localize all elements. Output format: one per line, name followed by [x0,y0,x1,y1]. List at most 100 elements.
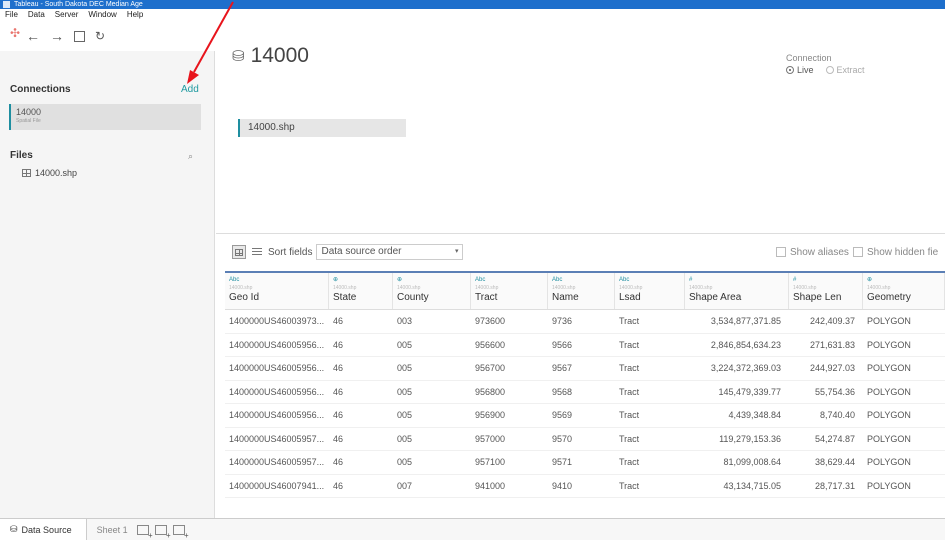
table-row[interactable]: 1400000US46005957... 46 005 957000 9570 Tract… [225,428,945,451]
connection-name: 14000 [16,107,42,117]
canvas-divider[interactable] [216,233,945,234]
table-cell: POLYGON [867,457,911,467]
table-cell: 1400000US46005956... [229,386,325,397]
datasource-name[interactable]: 14000 [251,44,309,68]
table-cell: POLYGON [867,316,911,326]
table-cell: 46 [333,480,344,491]
live-radio[interactable]: Live [786,65,814,75]
new-worksheet-icon[interactable] [136,524,153,540]
column-header[interactable]: Abc 14000.shp Geo Id [225,273,329,309]
left-pane: Connections Add 14000 Spatial File Files… [0,51,215,518]
show-hidden-checkbox[interactable]: Show hidden fie [853,247,938,258]
column-header[interactable]: ⊕ 14000.shp County [393,273,471,309]
data-type-icon[interactable]: ⊕ [333,277,392,284]
table-row[interactable]: 1400000US46005956... 46 005 956800 9568 Tract… [225,381,945,404]
save-icon[interactable] [74,30,85,42]
menu-server[interactable]: Server [55,9,79,21]
menu-window[interactable]: Window [88,9,116,21]
table-cell: 956700 [475,363,506,373]
datasource-title[interactable]: ⛁ 14000 [232,44,309,68]
table-cell: 119,279,153.36 [719,433,781,444]
table-row[interactable]: 1400000US46005956... 46 005 956900 9569 Tract… [225,404,945,428]
table-cell: 1400000US46005956... [229,363,325,373]
data-type-icon[interactable]: Abc [619,277,684,284]
data-source-tab[interactable]: ⛁ Data Source [0,518,87,540]
column-header[interactable]: Abc 14000.shp Tract [471,273,548,309]
column-source: 14000.shp [619,285,643,291]
data-type-icon[interactable]: # [793,277,862,284]
column-source: 14000.shp [333,285,357,291]
table-row[interactable]: 1400000US46005957... 46 005 957100 9571 Tract… [225,451,945,475]
column-header[interactable]: Abc 14000.shp Name [548,273,615,309]
data-type-icon[interactable]: # [689,277,788,284]
column-header[interactable]: #14000.shp Shape Len [789,273,863,309]
table-cell: 38,629.44 [814,457,855,467]
column-header[interactable]: ⊕ 14000.shp Geometry [863,273,945,309]
show-hidden-label: Show hidden fie [867,246,939,258]
data-source-tab-label: Data Source [21,524,72,535]
sort-fields-value: Data source order [321,246,402,257]
table-row[interactable]: 1400000US46003973... 46 003 973600 9736 Tract… [225,310,945,334]
new-story-icon[interactable] [172,524,189,540]
database-icon: ⛁ [232,48,245,65]
list-view-icon[interactable] [252,248,262,256]
sort-fields-select[interactable]: Data source order ▾ [316,244,464,260]
table-cell: 005 [397,363,413,373]
table-cell: 9568 [552,386,573,397]
extract-radio[interactable]: Extract [825,65,865,75]
back-arrow-icon[interactable]: ← [26,21,40,51]
column-source: 14000.shp [475,285,499,291]
table-cell: 9569 [552,410,573,420]
table-cell: POLYGON [867,480,911,491]
data-type-icon[interactable]: ⊕ [397,277,470,284]
data-type-icon[interactable]: Abc [552,277,614,284]
show-aliases-checkbox[interactable]: Show aliases [776,247,849,258]
connection-item[interactable]: 14000 Spatial File [9,104,201,130]
table-cell: POLYGON [867,339,911,350]
table-row[interactable]: 1400000US46007941... 46 007 941000 9410 Tract… [225,475,945,498]
table-cell: 9567 [552,363,573,373]
menu-help[interactable]: Help [127,9,143,21]
data-type-icon[interactable]: ⊕ [867,277,944,284]
menu-file[interactable]: File [5,9,18,21]
table-cell: 1400000US46005957... [229,457,325,467]
table-cell: POLYGON [867,433,911,444]
connection-mode: Connection Live Extract [786,53,865,75]
table-cell: 46 [333,410,344,420]
column-header[interactable]: #14000.shp Shape Area [685,273,789,309]
table-cell: 9566 [552,339,573,350]
file-item[interactable]: 14000.shp [22,168,77,178]
canvas-table-pill[interactable]: 14000.shp [238,119,406,137]
table-cell: Tract [619,386,640,397]
refresh-icon[interactable]: ↻ [95,21,105,51]
grid-header: Abc 14000.shp Geo Id ⊕ 14000.shp State ⊕ 14000.… [225,271,945,310]
sheet-tab[interactable]: Sheet 1 [87,525,134,535]
new-dashboard-icon[interactable] [154,524,171,540]
table-cell: 973600 [475,316,506,326]
search-icon[interactable]: ⌕ [188,151,193,162]
column-name: Shape Area [689,292,742,303]
table-cell: 005 [397,457,413,467]
table-row[interactable]: 1400000US46005956... 46 005 956700 9567 Tract… [225,357,945,381]
table-cell: POLYGON [867,386,911,397]
column-header[interactable]: Abc 14000.shp Lsad [615,273,685,309]
extract-label: Extract [836,65,865,75]
tableau-logo-icon[interactable]: ✣ [8,26,22,40]
menu-data[interactable]: Data [28,9,45,21]
table-cell: 956600 [475,339,506,350]
grid-view-button[interactable] [232,245,246,259]
column-source: 14000.shp [397,285,421,291]
data-type-icon[interactable]: Abc [475,277,547,284]
table-cell: 55,754.36 [814,386,855,397]
table-row[interactable]: 1400000US46005956... 46 005 956600 9566 Tract… [225,334,945,357]
table-cell: 941000 [475,480,506,491]
data-type-icon[interactable]: Abc [229,277,328,284]
table-cell: 005 [397,386,413,397]
column-header[interactable]: ⊕ 14000.shp State [329,273,393,309]
forward-arrow-icon[interactable]: → [50,21,64,51]
table-cell: 1400000US46005956... [229,339,325,350]
add-connection-link[interactable]: Add [181,84,199,95]
column-name: Shape Len [793,292,842,303]
live-label: Live [797,65,814,75]
table-cell: 81,099,008.64 [723,457,781,467]
